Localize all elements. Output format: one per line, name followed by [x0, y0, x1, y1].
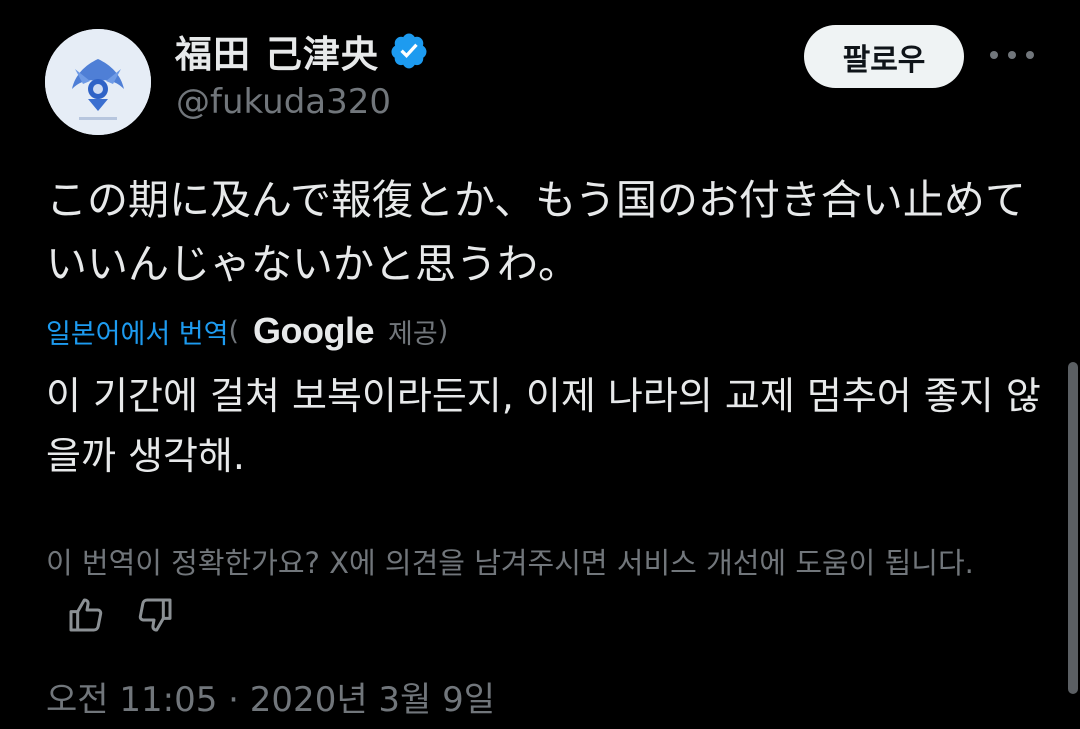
- paren-close: ): [437, 315, 449, 347]
- more-dot: [1026, 51, 1034, 59]
- google-logo: Google: [253, 310, 375, 351]
- scrollbar-thumb[interactable]: [1068, 362, 1078, 694]
- display-name[interactable]: 福田 己津央: [175, 24, 379, 78]
- tweet-timestamp[interactable]: 오전 11:05 · 2020년 3월 9일: [46, 672, 495, 721]
- more-dot: [990, 51, 998, 59]
- paren-open: (: [228, 315, 240, 347]
- winged-emblem-avatar: [45, 29, 151, 135]
- provided-by-label: 제공: [388, 318, 438, 350]
- translated-from-link[interactable]: 일본어에서 번역: [46, 312, 228, 351]
- translation-attribution: 일본어에서 번역 ( Google 제공 ): [46, 309, 448, 353]
- avatar[interactable]: [45, 29, 151, 135]
- thumbs-down-icon[interactable]: [135, 595, 175, 635]
- more-dot: [1008, 51, 1016, 59]
- more-horizontal-icon[interactable]: [990, 40, 1034, 70]
- thumbs-up-icon[interactable]: [66, 595, 106, 635]
- tweet-text: この期に及んで報復とか、もう国のお付き合い止めていいんじゃないかと思うわ。: [46, 176, 1026, 288]
- verified-badge-icon: [391, 33, 427, 69]
- timestamp-separator: ·: [217, 680, 250, 720]
- author-name-row[interactable]: 福田 己津央: [175, 26, 429, 76]
- translated-text: 이 기간에 걸쳐 보복이라든지, 이제 나라의 교제 멈추어 좋지 않을까 생각…: [46, 374, 1041, 478]
- timestamp-date[interactable]: 2020년 3월 9일: [250, 680, 495, 720]
- follow-button[interactable]: 팔로우: [804, 25, 964, 88]
- author-handle[interactable]: @fukuda320: [176, 82, 391, 122]
- feedback-prompt: 이 번역이 정확한가요? X에 의견을 남겨주시면 서비스 개선에 도움이 됩니…: [46, 546, 974, 580]
- translation-feedback: 이 번역이 정확한가요? X에 의견을 남겨주시면 서비스 개선에 도움이 됩니…: [46, 538, 1036, 638]
- timestamp-time[interactable]: 오전 11:05: [46, 680, 217, 720]
